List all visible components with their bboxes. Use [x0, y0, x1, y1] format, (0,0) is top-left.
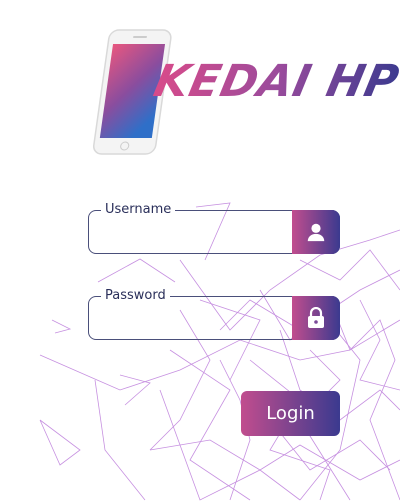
password-icon-box: [292, 296, 340, 340]
username-label: Username: [101, 202, 176, 217]
username-field[interactable]: Username: [88, 202, 340, 254]
user-icon: [307, 223, 325, 242]
username-input[interactable]: [99, 219, 293, 249]
password-input[interactable]: [99, 305, 293, 335]
username-icon-box: [292, 210, 340, 254]
login-button[interactable]: Login: [241, 391, 340, 436]
password-field[interactable]: Password: [88, 288, 340, 340]
password-label: Password: [101, 288, 170, 303]
lock-icon: [308, 307, 324, 328]
brand-name: KEDAI HP: [150, 56, 400, 107]
